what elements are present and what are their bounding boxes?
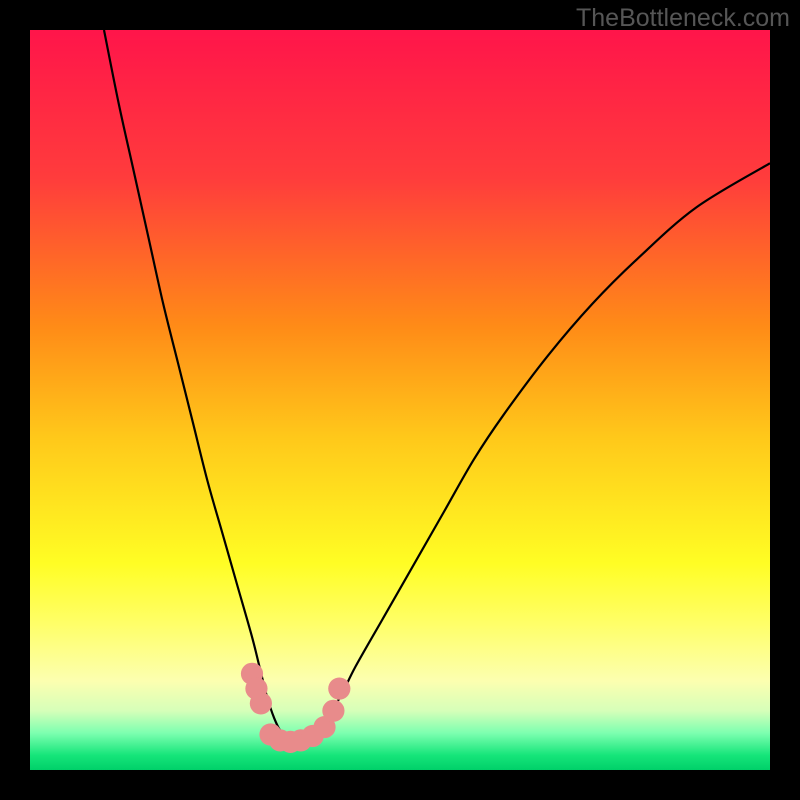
watermark-text: TheBottleneck.com	[576, 4, 790, 33]
chart-plot	[30, 30, 770, 770]
highlight-dot	[328, 678, 350, 700]
highlight-dot	[322, 700, 344, 722]
gradient-background	[30, 30, 770, 770]
chart-frame: TheBottleneck.com	[0, 0, 800, 800]
highlight-dot	[250, 692, 272, 714]
